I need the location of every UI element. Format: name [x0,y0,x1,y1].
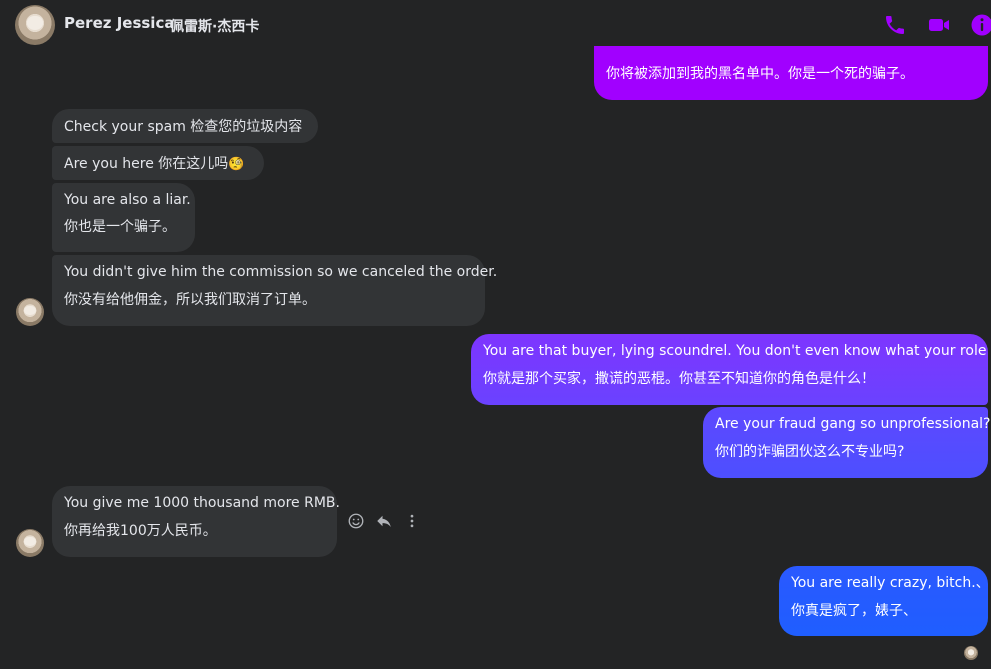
reply-icon[interactable] [375,512,393,530]
message-text: 你没有给他佣金，所以我们取消了订单。 [64,292,316,308]
message-bubble-incoming[interactable]: Are you here 你在这儿吗🧐 [52,146,264,180]
message-text: 你就是那个买家，撒谎的恶棍。你甚至不知道你的角色是什么！ [483,371,875,387]
message-text: Are your fraud gang so unprofessional? [715,416,991,432]
video-icon[interactable] [927,13,951,37]
read-receipt-avatar [964,646,978,660]
contact-name-cn: 佩雷斯·杰西卡 [170,19,260,35]
message-bubble-outgoing[interactable]: You are really crazy, bitch.、 你真是疯了，婊子、 [779,566,990,636]
info-icon[interactable] [970,13,991,37]
phone-icon[interactable] [883,13,907,37]
message-bubble-outgoing[interactable]: You are that buyer, lying scoundrel. You… [471,334,991,405]
contact-avatar-small[interactable] [16,529,44,557]
message-text: Are you here 你在这儿吗 [64,156,229,172]
message-text: You didn't give him the commission so we… [64,264,498,280]
message-text: Check your spam 检查您的垃圾内容 [64,119,303,135]
more-icon[interactable] [403,512,421,530]
face-with-monocle-emoji: 🧐 [228,157,245,172]
message-text: 你再给我100万人民币。 [64,523,217,539]
contact-avatar[interactable] [15,5,55,45]
message-text: 你也是一个骗子。 [64,219,176,235]
contact-name[interactable]: Perez Jessica [64,14,174,32]
message-text: You give me 1000 thousand more RMB. [64,495,340,511]
contact-avatar-small[interactable] [16,298,44,326]
message-bubble-incoming[interactable]: Check your spam 检查您的垃圾内容 [52,109,318,143]
message-bubble-outgoing[interactable]: 你将被添加到我的黑名单中。你是一个死的骗子。 [594,46,988,100]
message-bubble-outgoing[interactable]: Are your fraud gang so unprofessional? 你… [703,407,991,478]
message-text: You are really crazy, bitch.、 [791,575,990,591]
message-bubble-incoming[interactable]: You give me 1000 thousand more RMB. 你再给我… [52,486,340,557]
message-bubble-incoming[interactable]: You are also a liar. 你也是一个骗子。 [52,183,195,252]
message-text: 你将被添加到我的黑名单中。你是一个死的骗子。 [606,66,914,82]
message-text: 你真是疯了，婊子、 [791,603,917,619]
message-text: 你们的诈骗团伙这么不专业吗? [715,444,905,460]
react-icon[interactable] [347,512,365,530]
message-text: You are also a liar. [64,192,191,208]
message-bubble-incoming[interactable]: You didn't give him the commission so we… [52,255,498,326]
message-text: You are that buyer, lying scoundrel. You… [483,343,991,359]
chat-header: Perez Jessica 佩雷斯·杰西卡 [0,0,991,50]
